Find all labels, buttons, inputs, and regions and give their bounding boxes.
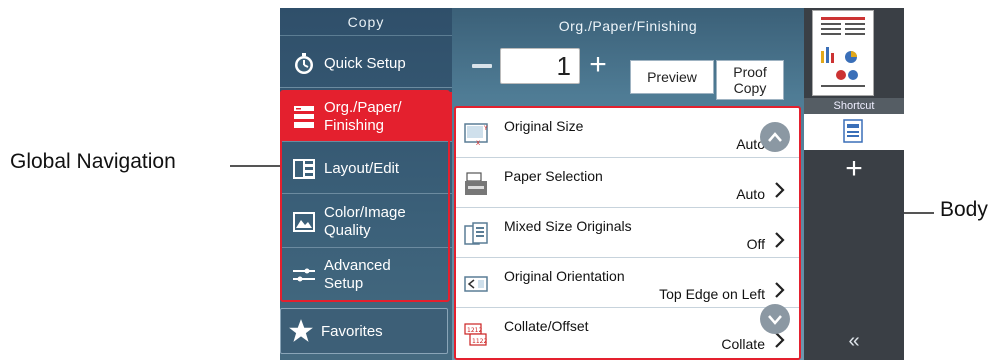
- orientation-icon: [464, 272, 490, 296]
- quick-setup-button[interactable]: Quick Setup: [280, 40, 452, 88]
- mixed-size-icon: [464, 222, 490, 246]
- original-size-icon: YX: [464, 122, 490, 147]
- proof-label-line1: Proof: [733, 64, 767, 80]
- proof-label-line2: Copy: [733, 80, 767, 96]
- callout-global-navigation: Global Navigation: [10, 150, 176, 173]
- chevron-right-icon[interactable]: [773, 280, 787, 300]
- svg-text:Y: Y: [483, 125, 488, 132]
- svg-text:X: X: [476, 140, 480, 146]
- callout-body: Body: [940, 198, 988, 221]
- document-thumbnail-icon: [813, 11, 873, 95]
- star-icon: [287, 317, 315, 345]
- shortcut-slot[interactable]: [804, 114, 904, 150]
- right-panel: Shortcut + «: [804, 8, 904, 360]
- chevron-up-icon: [768, 132, 782, 142]
- shortcut-header: Shortcut: [804, 98, 904, 114]
- row-value: Auto: [736, 186, 765, 202]
- row-label: Collate/Offset: [504, 318, 589, 334]
- row-label: Paper Selection: [504, 168, 603, 184]
- row-label: Original Orientation: [504, 268, 625, 284]
- list-item-collate-offset[interactable]: 1212 1122 Collate/Offset Collate: [456, 310, 799, 358]
- scroll-down-button[interactable]: [760, 304, 790, 334]
- proof-copy-button[interactable]: Proof Copy: [716, 60, 784, 100]
- minus-button[interactable]: [472, 64, 492, 68]
- favorites-label: Favorites: [321, 322, 383, 340]
- plus-button[interactable]: +: [586, 50, 610, 80]
- chevron-right-icon[interactable]: [773, 230, 787, 250]
- chevron-right-icon[interactable]: [773, 180, 787, 200]
- preview-label: Preview: [647, 69, 697, 85]
- nav-title: Copy: [280, 8, 452, 36]
- shortcut-card-icon: [843, 119, 863, 143]
- global-navigation-highlight: [280, 90, 450, 302]
- chevron-down-icon: [768, 315, 782, 325]
- list-item-original-size[interactable]: YX Original Size Auto: [456, 110, 799, 158]
- collate-icon: 1212 1122: [464, 322, 490, 346]
- body-list: YX Original Size Auto Paper Selection Au…: [454, 106, 801, 360]
- preview-button[interactable]: Preview: [630, 60, 714, 94]
- list-item-mixed-size-originals[interactable]: Mixed Size Originals Off: [456, 210, 799, 258]
- svg-text:1212: 1212: [467, 327, 482, 334]
- row-value: Top Edge on Left: [659, 286, 765, 302]
- copies-input[interactable]: 1: [500, 48, 580, 84]
- page-title: Org./Paper/Finishing: [558, 18, 698, 34]
- row-value: Off: [746, 236, 765, 252]
- list-item-paper-selection[interactable]: Paper Selection Auto: [456, 160, 799, 208]
- add-shortcut-button[interactable]: +: [804, 154, 904, 184]
- global-navigation: Copy Quick Setup Org./Paper/ Finishing L…: [280, 8, 452, 360]
- quick-setup-label: Quick Setup: [324, 54, 406, 72]
- paper-selection-icon: [464, 172, 490, 196]
- collapse-button[interactable]: «: [804, 330, 904, 353]
- device-screen: Copy Quick Setup Org./Paper/ Finishing L…: [280, 8, 904, 360]
- row-value: Collate: [721, 336, 765, 352]
- scroll-up-button[interactable]: [760, 122, 790, 152]
- list-item-original-orientation[interactable]: Original Orientation Top Edge on Left: [456, 260, 799, 308]
- main-panel: Org./Paper/Finishing 1 + Preview Proof C…: [452, 8, 804, 360]
- stopwatch-icon: [290, 50, 318, 78]
- stage: Global Navigation Body Copy Quick Setup …: [0, 0, 1008, 360]
- callout-line-left: [230, 165, 280, 167]
- row-label: Mixed Size Originals: [504, 218, 632, 234]
- row-label: Original Size: [504, 118, 584, 134]
- preview-thumbnail[interactable]: [812, 10, 874, 96]
- favorites-button[interactable]: Favorites: [280, 308, 448, 354]
- svg-text:1122: 1122: [472, 338, 487, 345]
